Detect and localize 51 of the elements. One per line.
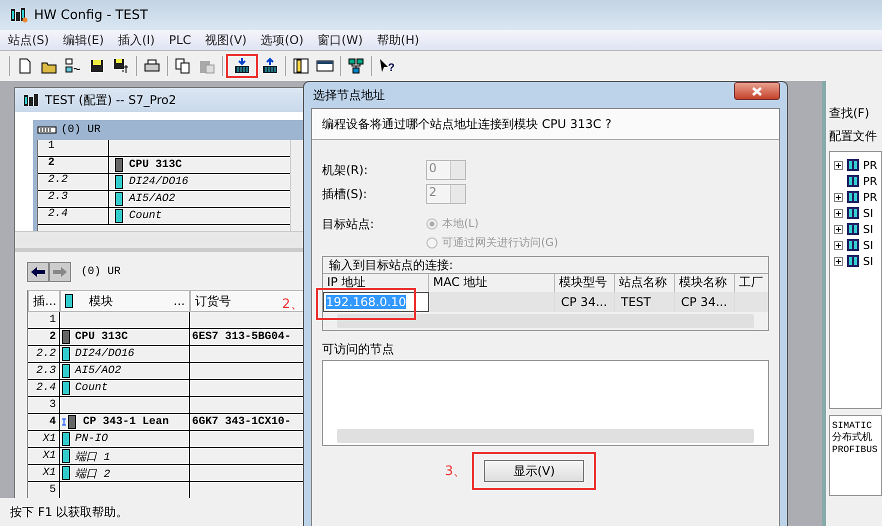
- module-name: AI5/AO2: [129, 193, 176, 205]
- group-label: 输入到目标站点的连接:: [323, 257, 768, 274]
- module-name: CP 343-1 Lean: [83, 416, 169, 428]
- annotation-number: 3、: [444, 463, 466, 480]
- find-label: 查找(F): [829, 105, 870, 122]
- info-text: SIMATIC: [832, 420, 873, 432]
- table-cell: CP 34...: [555, 292, 615, 312]
- module-name: CPU 313C: [75, 331, 128, 343]
- slot-number: 1: [38, 140, 109, 156]
- rack-label: (0) UR: [61, 124, 101, 136]
- profile-label: 配置文件: [829, 128, 878, 145]
- section-label: 可访问的节点: [322, 341, 395, 358]
- module-name: 端口 1: [75, 450, 110, 464]
- window-title: TEST (配置) -- S7_Pro2: [45, 92, 176, 108]
- table-cell: CP 34...: [675, 292, 735, 312]
- table-cell: 1: [28, 312, 60, 328]
- rack-label: (0) UR: [81, 266, 121, 278]
- table-cell: 2.3: [28, 363, 60, 379]
- table-cell: 2: [28, 329, 60, 345]
- question-text: 编程设备将通过哪个站点地址连接到模块 CPU 313C ?: [322, 116, 612, 132]
- module-name: 端口 2: [75, 467, 110, 480]
- table-cell: 2.4: [28, 380, 60, 396]
- module-name: PN-IO: [75, 433, 108, 445]
- module-name: CPU 313C: [129, 159, 182, 171]
- order-number: 6ES7 313-5BG04-: [192, 331, 292, 343]
- slot-number: 2.2: [38, 174, 109, 190]
- window-title: HW Config - TEST: [34, 8, 148, 22]
- slot-number: 2.4: [38, 208, 109, 224]
- module-name: AI5/AO2: [75, 365, 122, 377]
- table-cell: X1: [28, 465, 60, 481]
- info-text: 分布式机: [832, 432, 873, 444]
- field-label: 插槽(S):: [322, 186, 368, 202]
- slot-number: 2: [38, 157, 109, 173]
- field-label: 目标站点:: [322, 216, 376, 233]
- slot-number: 2.3: [38, 191, 109, 207]
- dialog-title: 选择节点地址: [313, 86, 385, 104]
- table-cell: 2.2: [28, 346, 60, 362]
- table-cell: X1: [28, 431, 60, 447]
- table-cell: X1: [28, 448, 60, 464]
- order-number: 6GK7 343-1CX10-: [192, 416, 292, 428]
- module-name: Count: [129, 210, 162, 222]
- table-cell: TEST: [615, 292, 675, 312]
- module-name: Count: [75, 382, 108, 394]
- status-text: 按下 F1 以获取帮助。: [10, 504, 128, 520]
- table-cell: 4: [28, 414, 60, 430]
- table-cell: 3: [28, 397, 60, 413]
- module-name: DI24/DO16: [75, 348, 134, 360]
- module-name: DI24/DO16: [129, 176, 188, 188]
- field-label: 机架(R):: [322, 162, 369, 178]
- annotation-number: 2、: [282, 296, 304, 313]
- info-text: PROFIBUS: [832, 444, 879, 456]
